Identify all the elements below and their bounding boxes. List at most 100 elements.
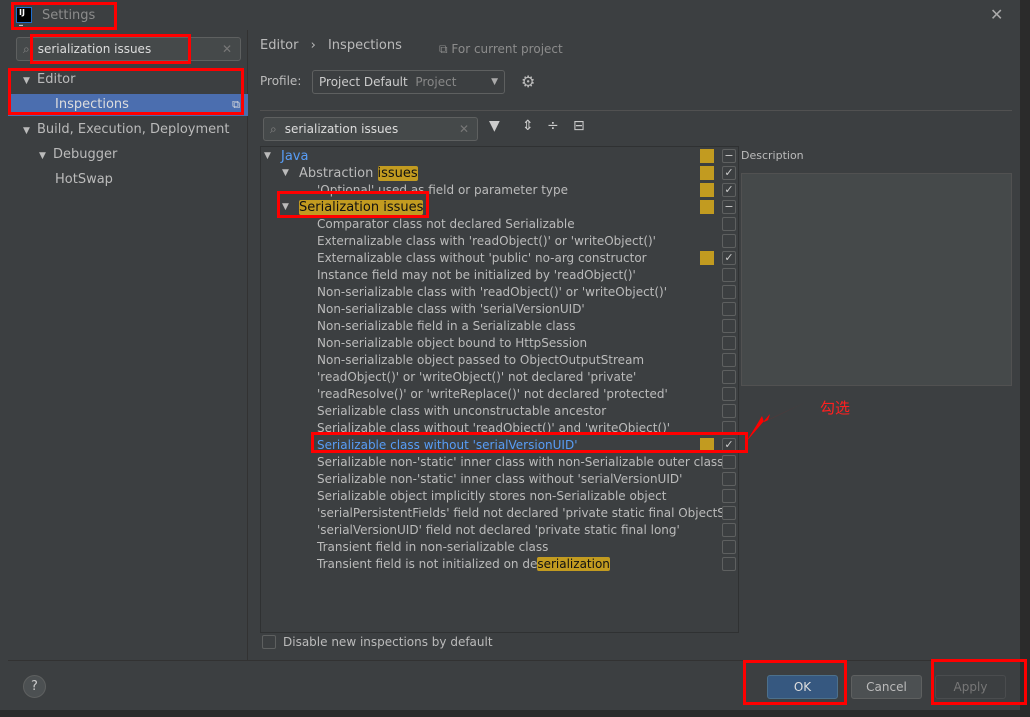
inspection-row[interactable]: Instance field may not be initialized by… bbox=[261, 267, 738, 284]
inspection-label: 'serialPersistentFields' field not decla… bbox=[317, 506, 730, 520]
enabled-checkbox[interactable] bbox=[722, 472, 736, 486]
disable-new-checkbox[interactable] bbox=[262, 635, 276, 649]
inspection-label: Non-serializable object bound to HttpSes… bbox=[317, 336, 588, 350]
inspection-row[interactable]: Non-serializable object passed to Object… bbox=[261, 352, 738, 369]
enabled-checkbox[interactable] bbox=[722, 387, 736, 401]
inspection-row[interactable]: Serializable object implicitly stores no… bbox=[261, 488, 738, 505]
apply-button[interactable]: Apply bbox=[935, 675, 1006, 699]
inspection-label: Java bbox=[281, 149, 309, 164]
inspection-row[interactable]: 'serialPersistentFields' field not decla… bbox=[261, 505, 738, 522]
enabled-checkbox[interactable] bbox=[722, 523, 736, 537]
inspection-label: Serializable object implicitly stores no… bbox=[317, 489, 667, 503]
tree-group[interactable]: ▼ Serialization issues − bbox=[261, 199, 738, 216]
sidebar-item-editor[interactable]: ▼ Editor bbox=[8, 69, 248, 91]
disable-new-inspections[interactable]: Disable new inspections by default bbox=[262, 635, 493, 649]
tree-group[interactable]: ▼ Abstraction issues ✓ bbox=[261, 165, 738, 182]
inspection-search-input[interactable]: ⌕ serialization issues ✕ bbox=[263, 117, 478, 141]
enabled-checkbox[interactable]: − bbox=[722, 200, 736, 214]
help-button[interactable]: ? bbox=[23, 675, 46, 698]
inspection-row[interactable]: Serializable non-'static' inner class wi… bbox=[261, 454, 738, 471]
inspection-row[interactable]: Serializable class without 'readObject()… bbox=[261, 420, 738, 437]
enabled-checkbox[interactable] bbox=[722, 285, 736, 299]
enabled-checkbox[interactable] bbox=[722, 489, 736, 503]
inspection-row[interactable]: Transient field in non-serializable clas… bbox=[261, 539, 738, 556]
profile-select[interactable]: Project Default Project ▼ bbox=[312, 70, 505, 94]
inspection-row[interactable]: 'readResolve()' or 'writeReplace()' not … bbox=[261, 386, 738, 403]
enabled-checkbox[interactable] bbox=[722, 336, 736, 350]
search-icon: ⌕ bbox=[23, 41, 30, 56]
expand-all-icon[interactable]: ⇕ bbox=[522, 118, 534, 134]
inspection-row[interactable]: Serializable class with unconstructable … bbox=[261, 403, 738, 420]
gear-icon[interactable]: ⚙ bbox=[521, 72, 535, 91]
inspection-label: Abstraction issues bbox=[299, 166, 418, 181]
enabled-checkbox[interactable] bbox=[722, 557, 736, 571]
expand-arrow-icon[interactable]: ▼ bbox=[23, 70, 37, 92]
annotation-text: 勾选 bbox=[820, 399, 851, 417]
tree-group[interactable]: ▼ Java − bbox=[261, 148, 738, 165]
inspection-row[interactable]: 'readObject()' or 'writeObject()' not de… bbox=[261, 369, 738, 386]
inspection-row[interactable]: 'Optional' used as field or parameter ty… bbox=[261, 182, 738, 199]
inspection-row[interactable]: Transient field is not initialized on de… bbox=[261, 556, 738, 573]
inspection-label: Serializable class without 'serialVersio… bbox=[317, 438, 578, 452]
inspection-label: Non-serializable class with 'serialVersi… bbox=[317, 302, 585, 316]
settings-dialog: IJ _ Settings ✕ ⌕ serialization issues ✕ … bbox=[0, 0, 1020, 710]
enabled-checkbox[interactable] bbox=[722, 217, 736, 231]
inspection-label: Serialization issues bbox=[299, 199, 424, 216]
clear-icon[interactable]: ✕ bbox=[459, 122, 469, 136]
enabled-checkbox[interactable]: ✓ bbox=[722, 166, 736, 180]
enabled-checkbox[interactable] bbox=[722, 302, 736, 316]
reset-icon[interactable]: ⊟ bbox=[573, 118, 585, 134]
search-icon: ⌕ bbox=[270, 121, 277, 136]
enabled-checkbox[interactable] bbox=[722, 404, 736, 418]
enabled-checkbox[interactable] bbox=[722, 353, 736, 367]
inspection-label: Serializable non-'static' inner class wi… bbox=[317, 455, 724, 469]
enabled-checkbox[interactable] bbox=[722, 234, 736, 248]
enabled-checkbox[interactable]: ✓ bbox=[722, 438, 736, 452]
inspection-row[interactable]: Externalizable class with 'readObject()'… bbox=[261, 233, 738, 250]
settings-search-input[interactable]: ⌕ serialization issues ✕ bbox=[16, 37, 241, 61]
enabled-checkbox[interactable]: ✓ bbox=[722, 183, 736, 197]
enabled-checkbox[interactable] bbox=[722, 506, 736, 520]
inspection-label: 'Optional' used as field or parameter ty… bbox=[317, 183, 569, 197]
enabled-checkbox[interactable]: ✓ bbox=[722, 251, 736, 265]
enabled-checkbox[interactable] bbox=[722, 421, 736, 435]
intellij-logo-icon: IJ _ bbox=[16, 7, 32, 26]
enabled-checkbox[interactable] bbox=[722, 268, 736, 282]
inspection-label: Non-serializable object passed to Object… bbox=[317, 353, 645, 367]
inspection-row[interactable]: Externalizable class without 'public' no… bbox=[261, 250, 738, 267]
expand-arrow-icon[interactable]: ▼ bbox=[264, 148, 278, 165]
inspection-row[interactable]: Non-serializable field in a Serializable… bbox=[261, 318, 738, 335]
expand-arrow-icon[interactable]: ▼ bbox=[282, 165, 296, 182]
clear-icon[interactable]: ✕ bbox=[222, 42, 232, 56]
expand-arrow-icon[interactable]: ▼ bbox=[39, 145, 53, 167]
breadcrumb-editor[interactable]: Editor bbox=[260, 38, 298, 53]
expand-arrow-icon[interactable]: ▼ bbox=[23, 120, 37, 142]
profile-label: Profile: bbox=[260, 74, 302, 88]
enabled-checkbox[interactable] bbox=[722, 319, 736, 333]
enabled-checkbox[interactable] bbox=[722, 370, 736, 384]
ok-button[interactable]: OK bbox=[767, 675, 838, 699]
enabled-checkbox[interactable]: − bbox=[722, 149, 736, 163]
expand-arrow-icon[interactable]: ▼ bbox=[282, 199, 296, 216]
filter-icon[interactable]: ▼ bbox=[489, 118, 500, 134]
inspection-row[interactable]: Non-serializable object bound to HttpSes… bbox=[261, 335, 738, 352]
sidebar-item-inspections[interactable]: Inspections ⧉ bbox=[8, 94, 248, 116]
inspection-row[interactable]: Comparator class not declared Serializab… bbox=[261, 216, 738, 233]
cancel-button[interactable]: Cancel bbox=[851, 675, 922, 699]
close-icon[interactable]: ✕ bbox=[990, 5, 1003, 24]
enabled-checkbox[interactable] bbox=[722, 455, 736, 469]
inspection-row[interactable]: Non-serializable class with 'serialVersi… bbox=[261, 301, 738, 318]
sidebar-item-hotswap[interactable]: HotSwap bbox=[8, 169, 248, 191]
sidebar-item-build-execution-deployment[interactable]: ▼ Build, Execution, Deployment bbox=[8, 119, 248, 141]
inspection-label: Non-serializable class with 'readObject(… bbox=[317, 285, 668, 299]
inspections-panel: Editor › Inspections ⧉ For current proje… bbox=[249, 30, 1020, 660]
severity-marker bbox=[700, 183, 714, 197]
collapse-all-icon[interactable]: ÷ bbox=[547, 118, 559, 134]
inspection-label: Externalizable class without 'public' no… bbox=[317, 251, 647, 265]
enabled-checkbox[interactable] bbox=[722, 540, 736, 554]
inspection-row[interactable]: Serializable class without 'serialVersio… bbox=[261, 437, 738, 454]
inspection-row[interactable]: Serializable non-'static' inner class wi… bbox=[261, 471, 738, 488]
sidebar-item-debugger[interactable]: ▼ Debugger bbox=[8, 144, 248, 166]
inspection-row[interactable]: 'serialVersionUID' field not declared 'p… bbox=[261, 522, 738, 539]
inspection-row[interactable]: Non-serializable class with 'readObject(… bbox=[261, 284, 738, 301]
